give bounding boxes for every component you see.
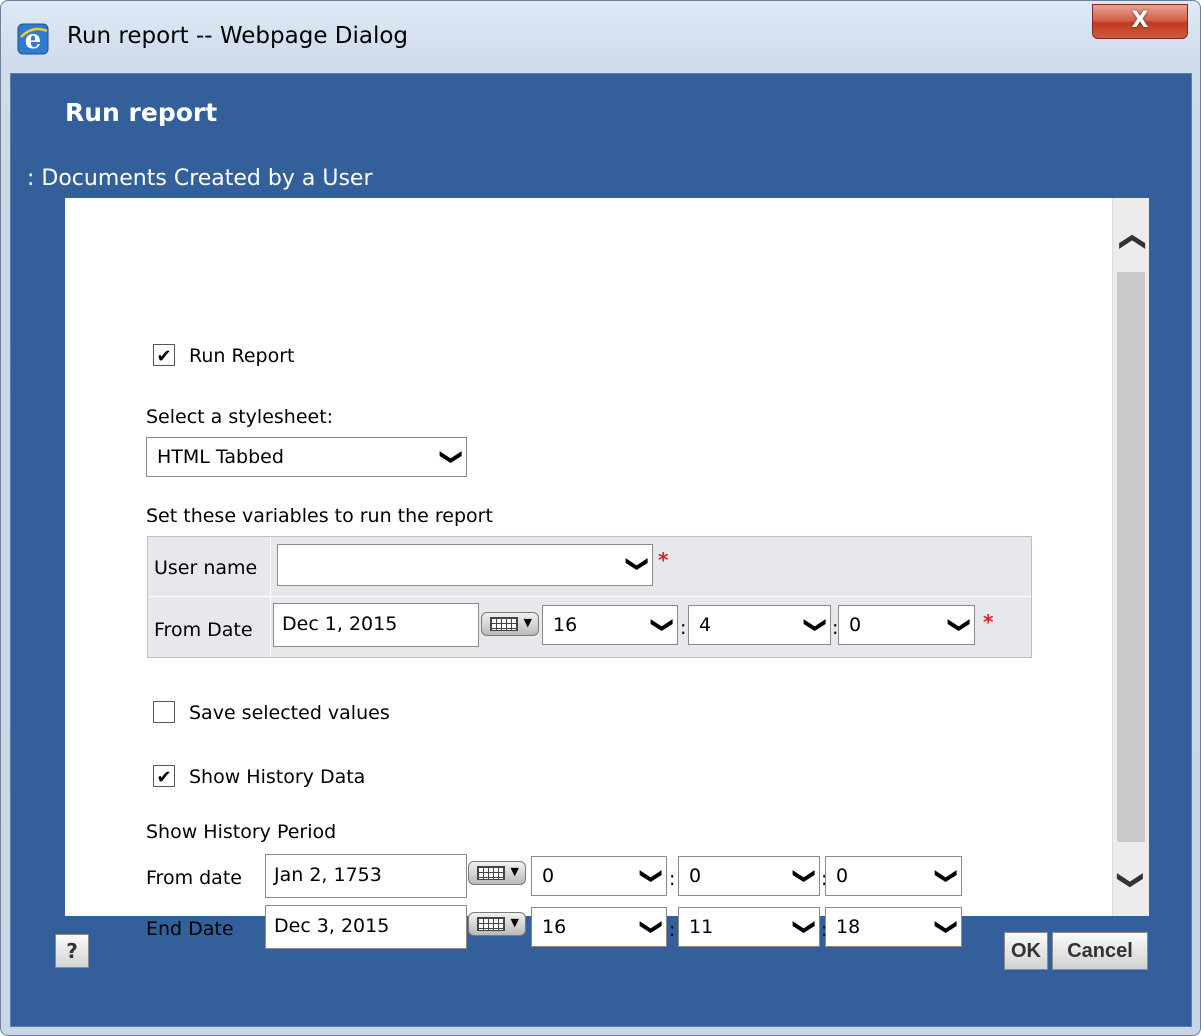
chevron-down-icon: ❯ <box>624 554 650 574</box>
row-divider <box>148 596 1031 597</box>
history-from-minute-value: 0 <box>689 865 702 887</box>
dialog-heading: Run report <box>65 98 218 127</box>
time-separator: : <box>669 868 676 890</box>
scroll-up-icon[interactable]: ❯ <box>1111 224 1151 260</box>
history-end-minute-value: 11 <box>689 916 714 938</box>
from-second-select[interactable]: 0 ❯ <box>838 605 975 645</box>
history-from-second-value: 0 <box>836 865 849 887</box>
run-report-label: Run Report <box>189 345 295 367</box>
from-minute-select[interactable]: 4 ❯ <box>688 605 831 645</box>
chevron-down-icon: ❯ <box>638 866 664 886</box>
from-date-calendar-button[interactable]: ▼ <box>481 612 539 636</box>
history-end-label: End Date <box>146 918 234 940</box>
chevron-down-icon: ❯ <box>802 615 828 635</box>
history-end-minute-select[interactable]: 11 ❯ <box>678 907 820 947</box>
report-name: : Documents Created by a User <box>27 166 373 191</box>
history-period-label: Show History Period <box>146 821 337 843</box>
dialog-window: e Run report -- Webpage Dialog X Run rep… <box>0 0 1201 1036</box>
variables-heading: Set these variables to run the report <box>146 505 493 527</box>
history-from-date-input[interactable]: Jan 2, 1753 <box>265 854 467 898</box>
from-date-input[interactable]: Dec 1, 2015 <box>273 603 479 647</box>
history-from-calendar-button[interactable]: ▼ <box>468 861 526 885</box>
history-end-second-select[interactable]: 18 ❯ <box>825 907 962 947</box>
ok-button[interactable]: OK <box>1004 932 1048 970</box>
scroll-down-icon[interactable]: ❯ <box>1111 862 1151 898</box>
chevron-down-icon: ❯ <box>638 917 664 937</box>
chevron-down-icon: ❯ <box>438 447 464 467</box>
history-end-date-input[interactable]: Dec 3, 2015 <box>265 905 467 949</box>
check-icon: ✔ <box>156 767 172 788</box>
column-divider <box>270 537 271 657</box>
history-end-hour-value: 16 <box>542 916 567 938</box>
history-end-calendar-button[interactable]: ▼ <box>468 912 526 936</box>
run-report-checkbox[interactable]: ✔ <box>153 344 175 367</box>
save-values-label: Save selected values <box>189 702 390 724</box>
cancel-button[interactable]: Cancel <box>1052 932 1148 970</box>
history-end-hour-select[interactable]: 16 ❯ <box>531 907 667 947</box>
calendar-icon <box>490 617 518 631</box>
chevron-down-icon: ❯ <box>791 917 817 937</box>
history-from-hour-value: 0 <box>542 865 555 887</box>
chevron-down-icon: ❯ <box>649 615 675 635</box>
close-button[interactable]: X <box>1092 4 1188 39</box>
close-icon: X <box>1131 8 1149 33</box>
show-history-checkbox[interactable]: ✔ <box>153 765 175 788</box>
chevron-down-icon: ❯ <box>791 866 817 886</box>
vertical-scrollbar[interactable]: ❯ ❯ <box>1112 198 1149 916</box>
time-separator: : <box>669 919 676 941</box>
dialog-body: Run report : Documents Created by a User… <box>10 73 1192 1027</box>
stylesheet-value: HTML Tabbed <box>157 446 284 468</box>
dropdown-arrow-icon: ▼ <box>523 616 532 629</box>
history-from-label: From date <box>146 867 242 889</box>
chevron-down-icon: ❯ <box>933 917 959 937</box>
history-from-hour-select[interactable]: 0 ❯ <box>531 856 667 896</box>
chevron-down-icon: ❯ <box>933 866 959 886</box>
calendar-icon <box>477 917 505 931</box>
window-title: Run report -- Webpage Dialog <box>67 23 409 49</box>
from-second-value: 0 <box>849 614 862 636</box>
internet-explorer-icon: e <box>17 23 49 55</box>
chevron-down-icon: ❯ <box>946 615 972 635</box>
title-bar: e Run report -- Webpage Dialog X <box>1 1 1200 81</box>
check-icon: ✔ <box>156 346 172 367</box>
from-minute-value: 4 <box>699 614 712 636</box>
time-separator: : <box>680 617 687 639</box>
from-hour-select[interactable]: 16 ❯ <box>542 605 678 645</box>
history-from-minute-select[interactable]: 0 ❯ <box>678 856 820 896</box>
required-marker: * <box>658 548 669 572</box>
required-marker: * <box>983 610 994 634</box>
dropdown-arrow-icon: ▼ <box>510 865 519 878</box>
scroll-thumb[interactable] <box>1117 272 1145 842</box>
dropdown-arrow-icon: ▼ <box>510 916 519 929</box>
variables-table: User name ❯ * From Date Dec 1, 2015 ▼ 16… <box>147 536 1032 658</box>
calendar-icon <box>477 866 505 880</box>
stylesheet-label: Select a stylesheet: <box>146 406 334 428</box>
stylesheet-select[interactable]: HTML Tabbed ❯ <box>146 437 467 477</box>
report-options-panel: ✔ Run Report Select a stylesheet: HTML T… <box>65 198 1149 949</box>
history-end-second-value: 18 <box>836 916 861 938</box>
from-date-label: From Date <box>154 619 253 641</box>
show-history-label: Show History Data <box>189 766 366 788</box>
save-values-checkbox[interactable] <box>153 701 175 723</box>
history-from-second-select[interactable]: 0 ❯ <box>825 856 962 896</box>
from-hour-value: 16 <box>553 614 578 636</box>
user-name-select[interactable]: ❯ <box>277 544 653 586</box>
user-name-label: User name <box>154 557 258 579</box>
help-button[interactable]: ? <box>55 934 89 968</box>
